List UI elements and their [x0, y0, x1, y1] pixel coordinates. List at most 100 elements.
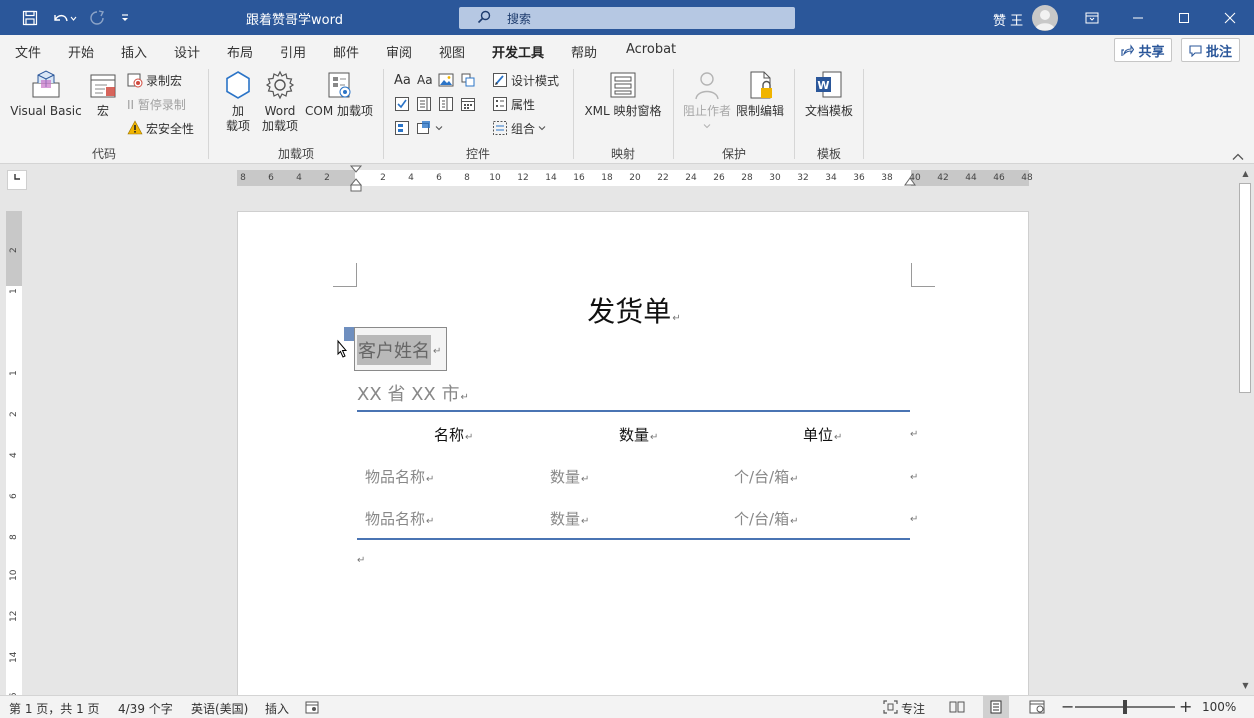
zoom-in-icon[interactable]: + [1179, 697, 1192, 716]
word-addins-button[interactable]: Word 加载项 [258, 69, 302, 134]
indent-markers[interactable] [349, 165, 363, 193]
repeating-section-control-button[interactable] [394, 118, 410, 138]
tab-references[interactable]: 引用 [280, 42, 306, 61]
vruler-tick: 4 [9, 452, 19, 458]
macro-recording-icon[interactable] [305, 700, 320, 714]
ruler-tick: 10 [489, 173, 501, 183]
zoom-level[interactable]: 100% [1202, 700, 1236, 714]
table-row-2-quantity[interactable]: 数量↵ [550, 508, 589, 529]
com-addins-button[interactable]: COM 加载项 [302, 69, 376, 119]
restrict-editing-button[interactable]: 限制编辑 [734, 69, 786, 119]
tab-design[interactable]: 设计 [174, 42, 200, 61]
plain-text-control-button[interactable]: Aa [417, 70, 433, 90]
properties-button[interactable]: 属性 [492, 94, 535, 114]
collapse-ribbon-icon[interactable] [1232, 151, 1244, 164]
rich-text-icon: Aa [394, 72, 411, 88]
design-mode-button[interactable]: 设计模式 [492, 70, 559, 90]
group-button[interactable]: 组合 [492, 118, 546, 138]
table-row-2-unit[interactable]: 个/台/箱↵ [734, 508, 799, 529]
document-page[interactable]: 发货单↵ 客户姓名 ↵ XX 省 XX 市↵ 名称↵ 数量↵ 单位↵ ↵ 物品名… [237, 211, 1029, 695]
minimize-icon[interactable] [1115, 0, 1161, 35]
search-box[interactable]: 搜索 [459, 7, 795, 29]
table-row-1-name[interactable]: 物品名称↵ [365, 466, 434, 487]
share-button[interactable]: 共享 [1114, 38, 1172, 62]
table-row-1-unit[interactable]: 个/台/箱↵ [734, 466, 799, 487]
vruler-tick: 2 [9, 247, 19, 253]
tab-developer[interactable]: 开发工具 [492, 42, 545, 68]
rich-text-control-button[interactable]: Aa [394, 70, 411, 90]
document-heading[interactable]: 发货单↵ [238, 290, 1030, 330]
document-template-button[interactable]: W 文档模板 [803, 69, 855, 119]
tab-mailings[interactable]: 邮件 [333, 42, 359, 61]
vruler-tick: 14 [9, 651, 19, 663]
comments-button[interactable]: 批注 [1181, 38, 1240, 62]
right-indent-marker[interactable] [903, 177, 917, 187]
language-status[interactable]: 英语(美国) [191, 700, 248, 717]
web-layout-icon[interactable] [1029, 700, 1045, 714]
tab-review[interactable]: 审阅 [386, 42, 412, 61]
paragraph-mark: ↵ [834, 432, 843, 443]
customer-name-placeholder: 客户姓名 [357, 335, 431, 365]
xml-mapping-pane-button[interactable]: XML 映射窗格 [582, 69, 664, 119]
print-layout-view-button[interactable] [983, 696, 1009, 718]
ribbon-display-options-icon[interactable] [1069, 0, 1115, 35]
table-row-1-quantity[interactable]: 数量↵ [550, 466, 589, 487]
tab-file[interactable]: 文件 [15, 42, 41, 61]
table-header-quantity[interactable]: 数量↵ [619, 424, 658, 445]
table-header-name[interactable]: 名称↵ [434, 424, 473, 445]
tab-stop-selector[interactable] [7, 170, 27, 190]
avatar[interactable] [1032, 5, 1058, 31]
redo-icon[interactable] [86, 7, 108, 29]
tab-acrobat[interactable]: Acrobat [626, 42, 676, 57]
tab-layout[interactable]: 布局 [227, 42, 253, 61]
page-count[interactable]: 第 1 页，共 1 页 [9, 700, 100, 717]
scroll-down-icon[interactable]: ▼ [1237, 679, 1254, 693]
word-count[interactable]: 4/39 个字 [118, 700, 173, 717]
save-icon[interactable] [19, 7, 41, 29]
macros-button[interactable]: 宏 [86, 69, 120, 119]
scrollbar-thumb[interactable] [1239, 183, 1251, 393]
vertical-scrollbar[interactable]: ▲ ▼ [1237, 165, 1254, 695]
block-authors-button[interactable]: 阻止作者 [681, 69, 733, 134]
customer-name-content-control[interactable]: 客户姓名 ↵ [354, 327, 447, 371]
record-macro-button[interactable]: 录制宏 [127, 70, 182, 90]
address-line[interactable]: XX 省 XX 市↵ [357, 380, 469, 406]
tab-help[interactable]: 帮助 [571, 42, 597, 61]
crop-mark-left [333, 263, 357, 287]
table-top-rule [357, 410, 910, 412]
table-header-unit[interactable]: 单位↵ [803, 424, 842, 445]
search-icon [477, 10, 491, 24]
scroll-up-icon[interactable]: ▲ [1237, 167, 1254, 181]
crop-mark-right [911, 263, 935, 287]
tab-view[interactable]: 视图 [439, 42, 465, 61]
ruler-tick: 44 [965, 173, 977, 183]
group-label-protect: 保护 [721, 147, 746, 161]
picture-control-button[interactable] [438, 70, 454, 90]
checkbox-control-button[interactable] [394, 94, 410, 114]
ruler-tick: 30 [769, 173, 781, 183]
zoom-out-icon[interactable]: − [1061, 697, 1074, 716]
zoom-slider-thumb[interactable] [1123, 700, 1127, 714]
maximize-icon[interactable] [1161, 0, 1207, 35]
vertical-ruler[interactable]: 21124681012141618 [6, 211, 22, 704]
gear-icon [265, 70, 295, 100]
close-icon[interactable] [1207, 0, 1253, 35]
tab-home[interactable]: 开始 [68, 42, 94, 61]
building-block-control-button[interactable] [460, 70, 476, 90]
focus-mode-button[interactable]: 专注 [901, 700, 925, 717]
visual-basic-button[interactable]: Visual Basic [10, 69, 82, 119]
date-picker-control-button[interactable] [460, 94, 476, 114]
pause-recording-button[interactable]: II 暂停录制 [127, 94, 186, 114]
tab-insert[interactable]: 插入 [121, 42, 147, 61]
customize-chevron-icon[interactable] [114, 7, 136, 29]
read-mode-icon[interactable] [949, 700, 965, 714]
combo-box-control-button[interactable] [416, 94, 432, 114]
insert-mode[interactable]: 插入 [265, 700, 289, 717]
dropdown-list-control-button[interactable] [438, 94, 454, 114]
undo-icon[interactable] [49, 7, 79, 29]
table-row-2-name[interactable]: 物品名称↵ [365, 508, 434, 529]
legacy-tools-button[interactable] [416, 118, 443, 138]
user-name[interactable]: 赞 王 [993, 10, 1023, 29]
macro-security-button[interactable]: 宏安全性 [127, 118, 194, 138]
addins-button[interactable]: 加 载项 [222, 69, 254, 134]
